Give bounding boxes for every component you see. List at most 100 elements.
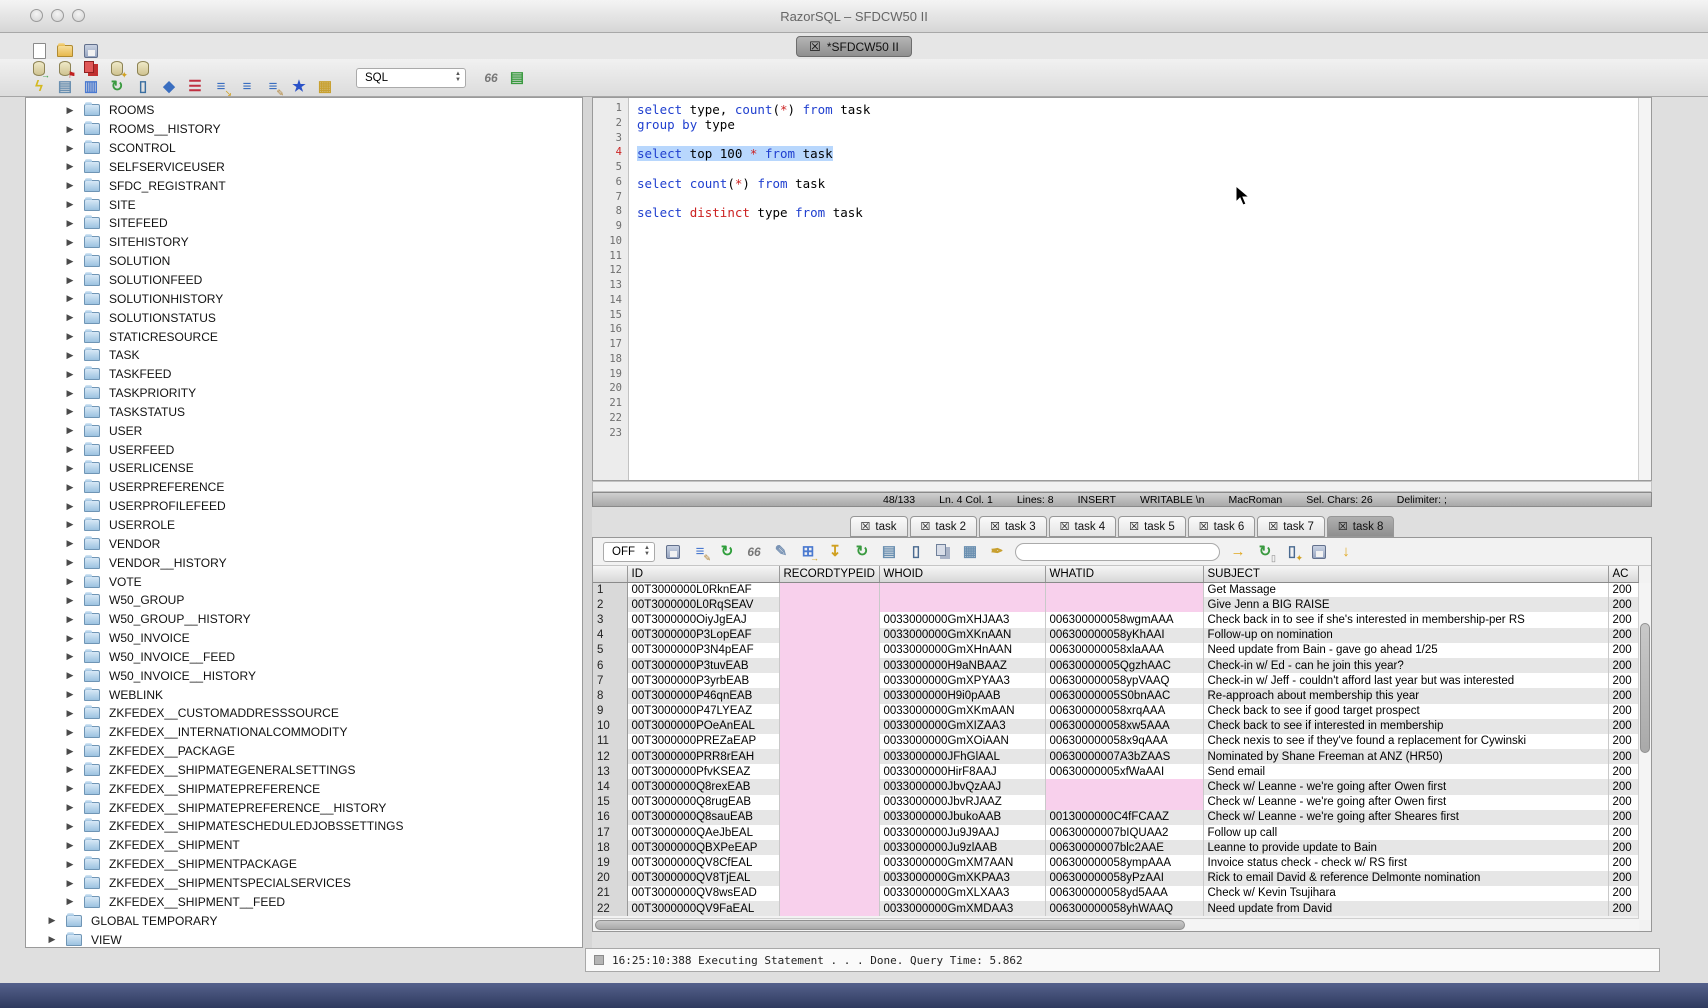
table-row[interactable]: 400T3000000P3LopEAF0033000000GmXKnAAN006… — [593, 628, 1638, 643]
table-cell[interactable]: 00T3000000QV8CfEAL — [627, 855, 779, 870]
result-tab-task-7[interactable]: ☒task 7 — [1257, 516, 1325, 537]
table-cell[interactable]: Check-in w/ Ed - can he join this year? — [1203, 658, 1608, 673]
open-file-icon[interactable] — [56, 42, 74, 60]
editor-vertical-scrollbar[interactable] — [1638, 98, 1651, 480]
tree-item-zkfedex-shipmatepreference-history[interactable]: ▶ZKFEDEX__SHIPMATEPREFERENCE__HISTORY — [26, 798, 582, 817]
code-line[interactable] — [637, 294, 1638, 309]
disclosure-triangle-icon[interactable]: ▶ — [64, 350, 76, 361]
editor-horizontal-scrollbar[interactable] — [592, 481, 1652, 492]
row-number-cell[interactable]: 12 — [593, 749, 627, 764]
table-cell[interactable]: 0033000000HirF8AAJ — [879, 764, 1045, 779]
table-cell[interactable] — [879, 597, 1045, 612]
table-cell[interactable]: 0033000000JbvRJAAZ — [879, 795, 1045, 810]
code-line[interactable] — [637, 279, 1638, 294]
query-builder-icon[interactable]: ▤ — [56, 78, 74, 96]
code-line[interactable] — [637, 191, 1638, 206]
table-row[interactable]: 1300T3000000PfvKSEAZ0033000000HirF8AAJ00… — [593, 764, 1638, 779]
table-row[interactable]: 1700T3000000QAeJbEAL0033000000Ju9J9AAJ00… — [593, 825, 1638, 840]
tree-item-userprofilefeed[interactable]: ▶USERPROFILEFEED — [26, 497, 582, 516]
table-cell[interactable] — [879, 582, 1045, 597]
table-cell[interactable]: 200 — [1608, 643, 1638, 658]
disclosure-triangle-icon[interactable]: ▶ — [64, 388, 76, 399]
table-cell[interactable] — [779, 825, 879, 840]
save-results-icon[interactable] — [664, 543, 682, 561]
table-cell[interactable]: 006300000058x9qAAA — [1045, 734, 1203, 749]
tree-item-userrole[interactable]: ▶USERROLE — [26, 516, 582, 535]
zoom-window-icon[interactable] — [72, 9, 85, 22]
table-cell[interactable]: 200 — [1608, 764, 1638, 779]
disclosure-triangle-icon[interactable]: ▶ — [64, 576, 76, 587]
tree-item-userlicense[interactable]: ▶USERLICENSE — [26, 459, 582, 478]
disclosure-triangle-icon[interactable]: ▶ — [64, 444, 76, 455]
new-connection-icon[interactable]: ✦ — [108, 60, 126, 78]
document-tab[interactable]: ☒ *SFDCW50 II — [796, 36, 912, 57]
code-line[interactable] — [637, 368, 1638, 383]
table-cell[interactable]: 00630000007bIQUAA2 — [1045, 825, 1203, 840]
table-cell[interactable]: 006300000058ympAAA — [1045, 855, 1203, 870]
table-row[interactable]: 700T3000000P3yrbEAB0033000000GmXPYAA3006… — [593, 673, 1638, 688]
form-view-icon[interactable]: ▤ — [880, 543, 898, 561]
row-number-cell[interactable]: 14 — [593, 779, 627, 794]
result-tab-task-5[interactable]: ☒task 5 — [1118, 516, 1186, 537]
results-list-icon[interactable]: ☰ — [186, 78, 204, 96]
table-cell[interactable]: 200 — [1608, 734, 1638, 749]
table-cell[interactable] — [779, 628, 879, 643]
scrollbar-thumb[interactable] — [595, 920, 1185, 930]
table-cell[interactable]: Follow up call — [1203, 825, 1608, 840]
table-cell[interactable]: 00T3000000QV8TjEAL — [627, 871, 779, 886]
sql-mode-select[interactable]: SQL ▲▼ — [356, 68, 466, 88]
table-cell[interactable]: 200 — [1608, 825, 1638, 840]
disclosure-triangle-icon[interactable]: ▶ — [64, 218, 76, 229]
disclosure-triangle-icon[interactable]: ▶ — [64, 501, 76, 512]
lightning-icon[interactable]: ϟ — [30, 78, 48, 96]
disclosure-triangle-icon[interactable]: ▶ — [64, 746, 76, 757]
results-search-input[interactable] — [1015, 543, 1220, 561]
row-number-cell[interactable]: 13 — [593, 764, 627, 779]
disclosure-triangle-icon[interactable]: ▶ — [46, 934, 58, 945]
table-cell[interactable]: 200 — [1608, 658, 1638, 673]
disclosure-triangle-icon[interactable]: ▶ — [64, 557, 76, 568]
table-cell[interactable]: 200 — [1608, 795, 1638, 810]
disclosure-triangle-icon[interactable]: ▶ — [64, 237, 76, 248]
scrollbar-thumb[interactable] — [1640, 623, 1650, 753]
row-number-cell[interactable]: 6 — [593, 658, 627, 673]
code-line[interactable] — [637, 264, 1638, 279]
code-line[interactable] — [637, 220, 1638, 235]
table-cell[interactable]: 0033000000GmXIZAA3 — [879, 719, 1045, 734]
row-number-cell[interactable]: 18 — [593, 840, 627, 855]
table-row[interactable]: 500T3000000P3N4pEAF0033000000GmXHnAAN006… — [593, 643, 1638, 658]
table-cell[interactable]: 200 — [1608, 855, 1638, 870]
disclosure-triangle-icon[interactable]: ▶ — [64, 896, 76, 907]
page-view-icon[interactable]: ▯ — [907, 543, 925, 561]
code-line[interactable] — [637, 338, 1638, 353]
tree-item-weblink[interactable]: ▶WEBLINK — [26, 685, 582, 704]
table-cell[interactable]: 200 — [1608, 886, 1638, 901]
table-row[interactable]: 800T3000000P46qnEAB0033000000H9i0pAAB006… — [593, 688, 1638, 703]
code-line[interactable] — [637, 250, 1638, 265]
explain-list-icon[interactable]: ▤ — [508, 69, 526, 87]
table-cell[interactable] — [779, 779, 879, 794]
disclosure-triangle-icon[interactable]: ▶ — [64, 764, 76, 775]
table-cell[interactable] — [779, 719, 879, 734]
tab-close-icon[interactable]: ☒ — [921, 520, 931, 533]
tree-item-taskstatus[interactable]: ▶TASKSTATUS — [26, 403, 582, 422]
tree-item-w50-invoice-feed[interactable]: ▶W50_INVOICE__FEED — [26, 647, 582, 666]
disclosure-triangle-icon[interactable]: ▶ — [64, 727, 76, 738]
column-header-recordtypeid[interactable]: RECORDTYPEID — [779, 566, 879, 582]
code-line[interactable]: group by type — [637, 117, 1638, 132]
row-number-cell[interactable]: 1 — [593, 582, 627, 597]
table-cell[interactable] — [779, 688, 879, 703]
code-line[interactable] — [637, 132, 1638, 147]
save-icon[interactable] — [82, 42, 100, 60]
connect-icon[interactable]: → — [30, 60, 48, 78]
result-tab-task-3[interactable]: ☒task 3 — [979, 516, 1047, 537]
disclosure-triangle-icon[interactable]: ▶ — [64, 519, 76, 530]
disclosure-triangle-icon[interactable]: ▶ — [64, 331, 76, 342]
tree-item-userfeed[interactable]: ▶USERFEED — [26, 440, 582, 459]
row-number-cell[interactable]: 19 — [593, 855, 627, 870]
disclosure-triangle-icon[interactable]: ▶ — [64, 802, 76, 813]
table-row[interactable]: 2100T3000000QV8wsEAD0033000000GmXLXAA300… — [593, 886, 1638, 901]
row-number-cell[interactable]: 21 — [593, 886, 627, 901]
table-cell[interactable] — [779, 597, 879, 612]
row-number-cell[interactable]: 20 — [593, 871, 627, 886]
